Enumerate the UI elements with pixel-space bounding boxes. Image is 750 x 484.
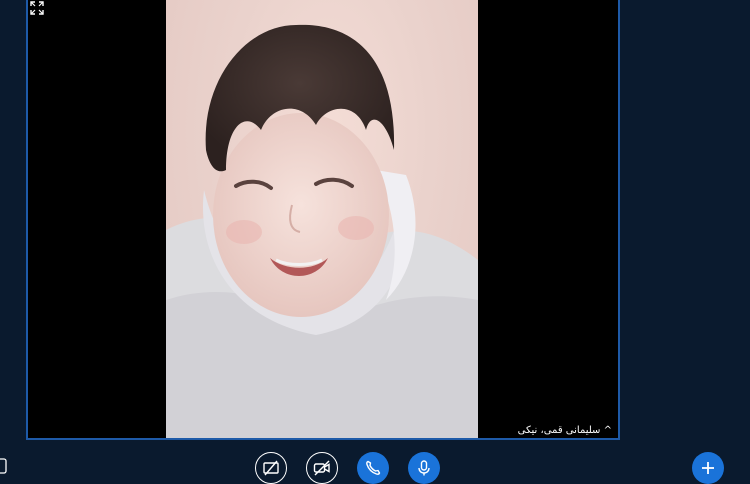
participant-video-feed — [166, 0, 478, 438]
plus-icon — [702, 462, 714, 474]
microphone-icon — [418, 460, 430, 476]
video-off-icon — [313, 460, 330, 476]
microphone-button[interactable] — [408, 452, 440, 484]
call-video-window: ^ سلیمانی قمی، نیکی — [26, 0, 620, 440]
fullscreen-button[interactable] — [30, 0, 44, 15]
share-screen-button[interactable] — [255, 452, 287, 484]
expand-icon — [30, 1, 44, 15]
call-controls-bar — [0, 452, 750, 484]
call-button[interactable] — [357, 452, 389, 484]
video-frame-image — [166, 24, 478, 438]
video-toggle-button[interactable] — [306, 452, 338, 484]
add-participant-button[interactable] — [692, 452, 724, 484]
phone-icon — [366, 460, 381, 475]
participant-name-label: ^ سلیمانی قمی، نیکی — [517, 425, 612, 436]
screen-share-off-icon — [263, 460, 279, 476]
